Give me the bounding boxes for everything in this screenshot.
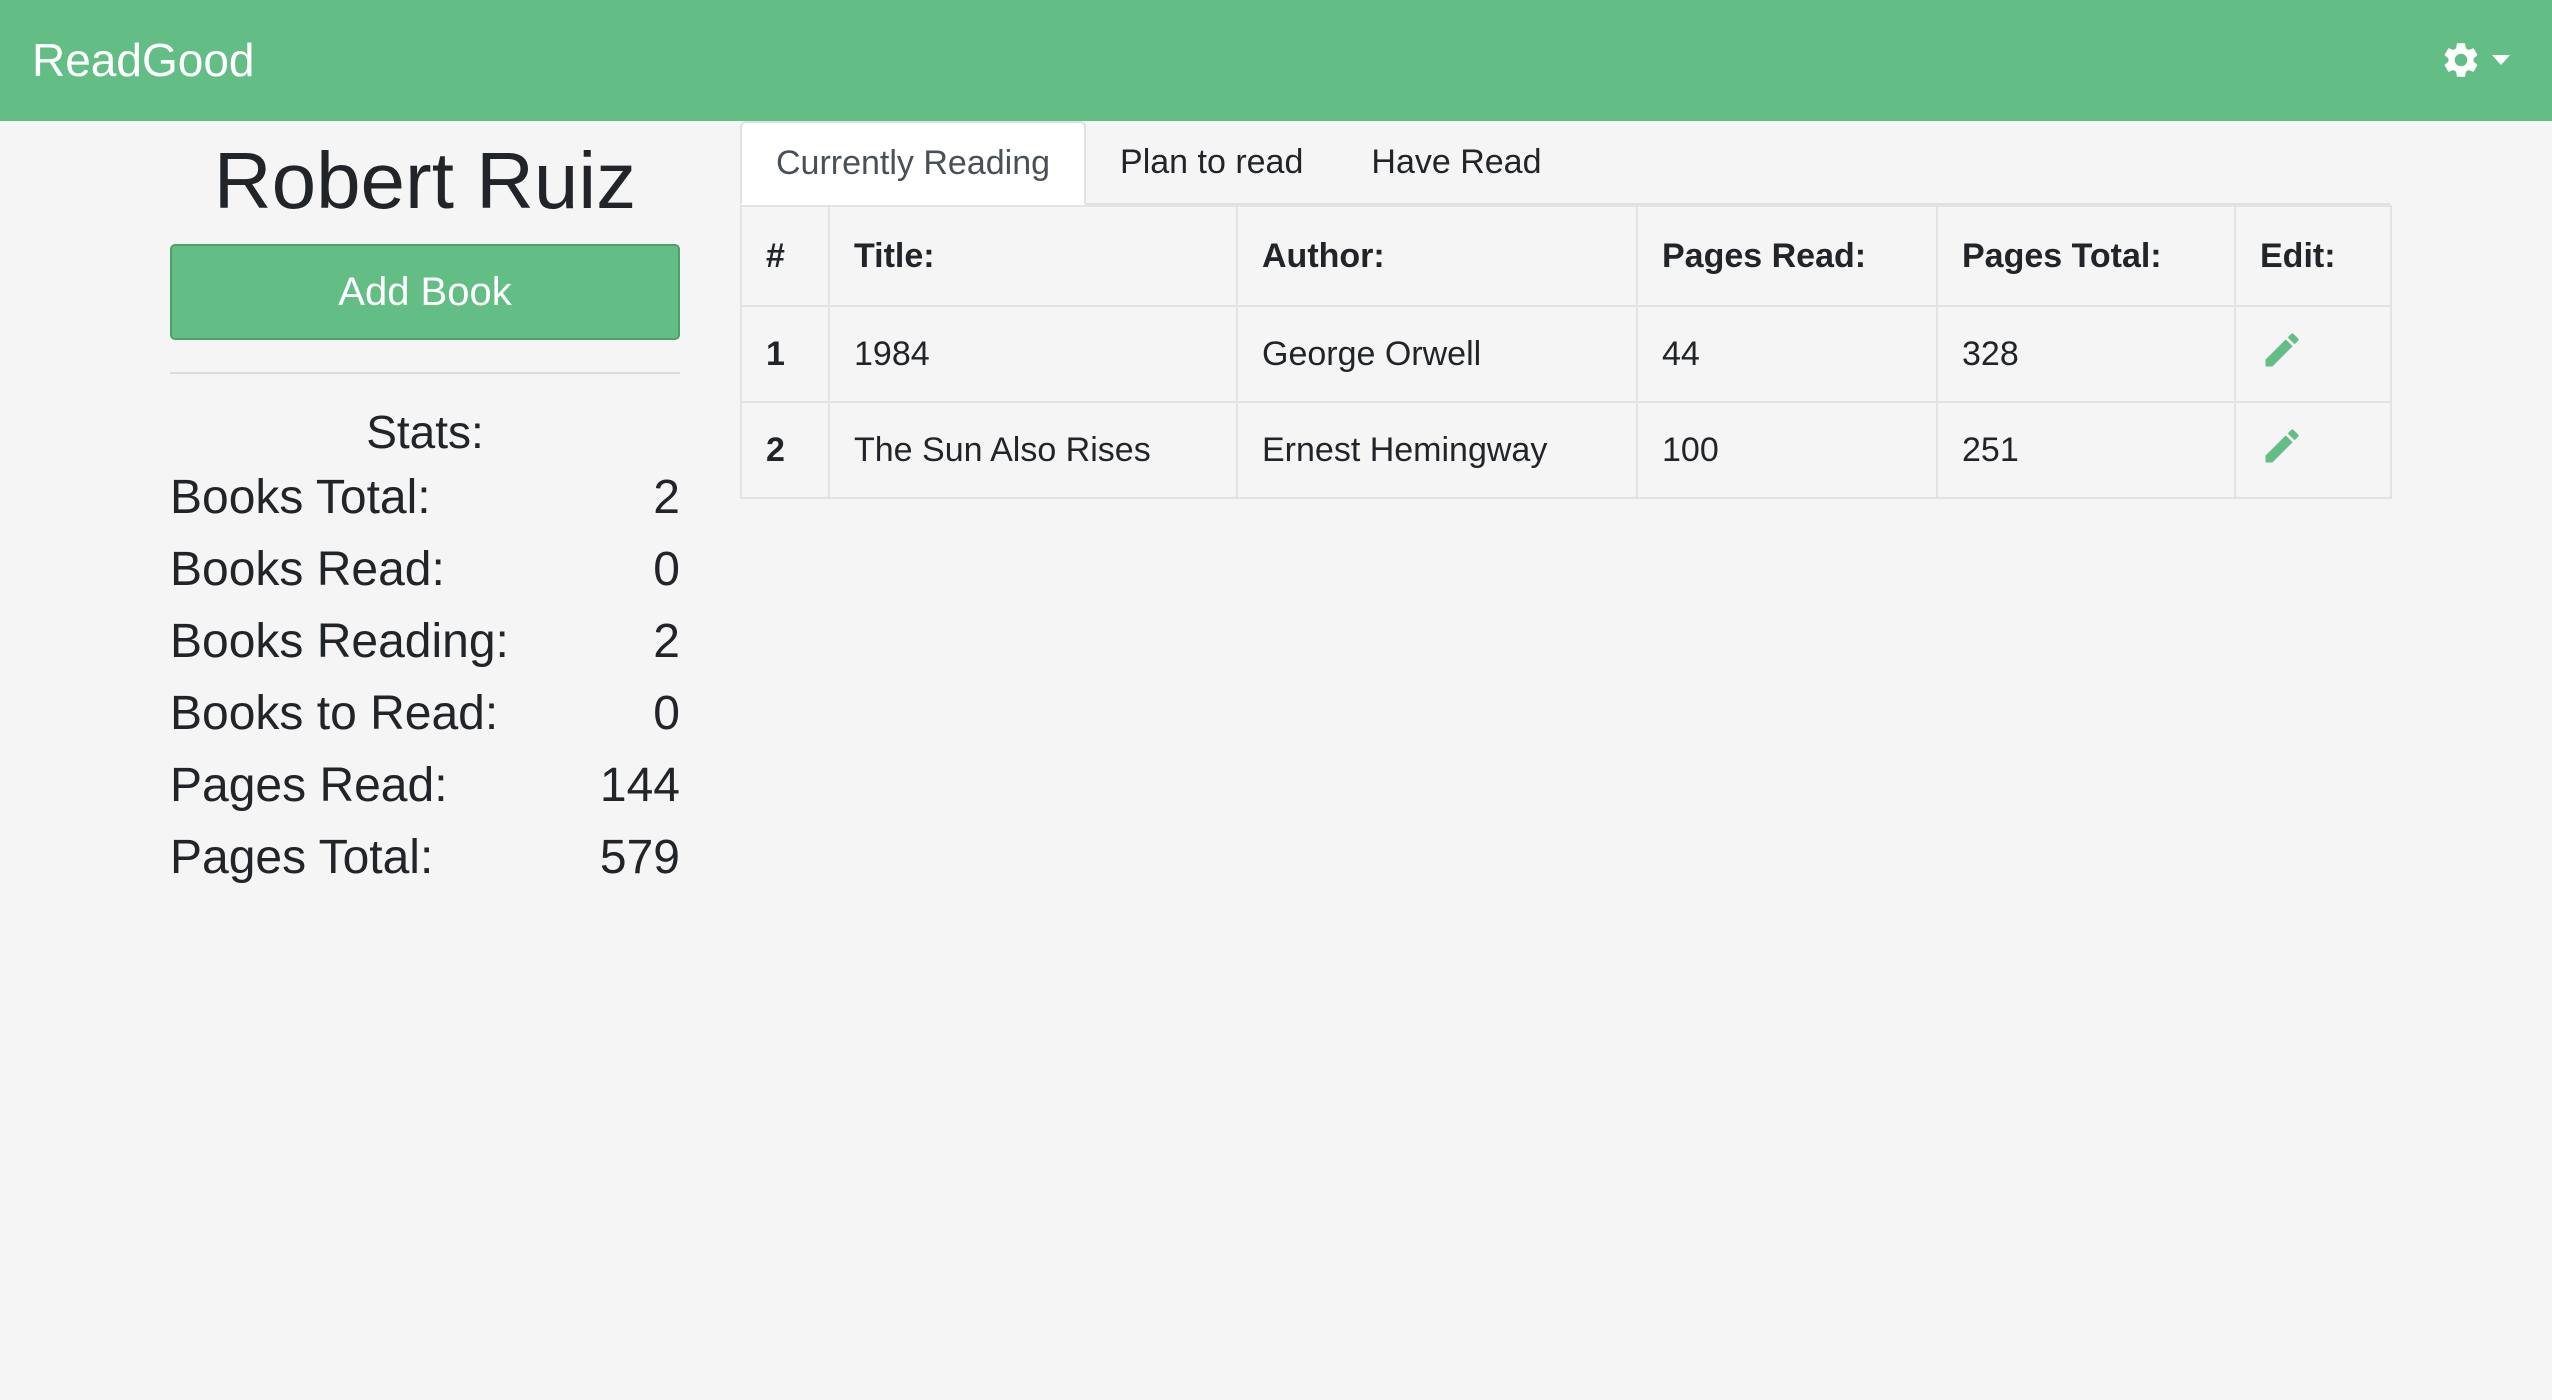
book-title: 1984 xyxy=(828,305,1238,403)
book-pages-total: 251 xyxy=(1936,401,2236,499)
header-edit: Edit: xyxy=(2234,205,2392,307)
stat-books-to-read: Books to Read: 0 xyxy=(170,678,680,750)
table-row: 1 1984 George Orwell 44 328 xyxy=(740,305,2392,403)
book-author: George Orwell xyxy=(1236,305,1638,403)
books-table: # Title: Author: Pages Read: Pages Total… xyxy=(740,205,2392,499)
stat-pages-total: Pages Total: 579 xyxy=(170,822,680,894)
brand-logo[interactable]: ReadGood xyxy=(32,32,255,88)
edit-cell xyxy=(2234,305,2392,403)
stat-value: 579 xyxy=(599,831,680,884)
tab-currently-reading[interactable]: Currently Reading xyxy=(740,121,1087,205)
tab-plan-to-read[interactable]: Plan to read xyxy=(1086,121,1337,203)
stat-label: Pages Read: xyxy=(170,759,448,812)
row-number: 1 xyxy=(740,305,830,403)
stat-books-reading: Books Reading: 2 xyxy=(170,606,680,678)
stat-books-read: Books Read: 0 xyxy=(170,534,680,606)
profile-sidebar: Robert Ruiz Add Book Stats: Books Total:… xyxy=(170,121,680,894)
stat-books-total: Books Total: 2 xyxy=(170,462,680,534)
header-pages-total: Pages Total: xyxy=(1936,205,2236,307)
stat-label: Pages Total: xyxy=(170,831,434,884)
header-title: Title: xyxy=(828,205,1238,307)
stat-value: 2 xyxy=(653,615,680,668)
divider xyxy=(170,372,680,374)
stat-label: Books to Read: xyxy=(170,687,499,740)
table-header-row: # Title: Author: Pages Read: Pages Total… xyxy=(740,205,2392,307)
book-pages-total: 328 xyxy=(1936,305,2236,403)
book-tabs: Currently Reading Plan to read Have Read xyxy=(740,121,2390,205)
stats-title: Stats: xyxy=(366,406,484,458)
settings-dropdown[interactable] xyxy=(2440,34,2520,86)
stat-value: 0 xyxy=(653,687,680,740)
stat-label: Books Read: xyxy=(170,543,445,596)
stat-label: Books Total: xyxy=(170,471,431,524)
stat-label: Books Reading: xyxy=(170,615,509,668)
header-pages-read: Pages Read: xyxy=(1636,205,1938,307)
gear-icon xyxy=(2440,39,2482,81)
header-author: Author: xyxy=(1236,205,1638,307)
stat-value: 2 xyxy=(653,471,680,524)
pencil-icon[interactable] xyxy=(2260,424,2304,477)
stat-pages-read: Pages Read: 144 xyxy=(170,750,680,822)
edit-cell xyxy=(2234,401,2392,499)
stat-value: 144 xyxy=(599,759,680,812)
top-navbar: ReadGood xyxy=(0,0,2552,121)
caret-down-icon xyxy=(2492,55,2510,65)
book-pages-read: 44 xyxy=(1636,305,1938,403)
add-book-button[interactable]: Add Book xyxy=(170,244,680,340)
pencil-icon[interactable] xyxy=(2260,328,2304,381)
header-number: # xyxy=(740,205,830,307)
book-pages-read: 100 xyxy=(1636,401,1938,499)
row-number: 2 xyxy=(740,401,830,499)
stat-value: 0 xyxy=(653,543,680,596)
table-row: 2 The Sun Also Rises Ernest Hemingway 10… xyxy=(740,401,2392,499)
tab-have-read[interactable]: Have Read xyxy=(1337,121,1575,203)
book-title: The Sun Also Rises xyxy=(828,401,1238,499)
books-panel: Currently Reading Plan to read Have Read… xyxy=(740,121,2392,499)
book-author: Ernest Hemingway xyxy=(1236,401,1638,499)
user-name: Robert Ruiz xyxy=(213,136,637,225)
